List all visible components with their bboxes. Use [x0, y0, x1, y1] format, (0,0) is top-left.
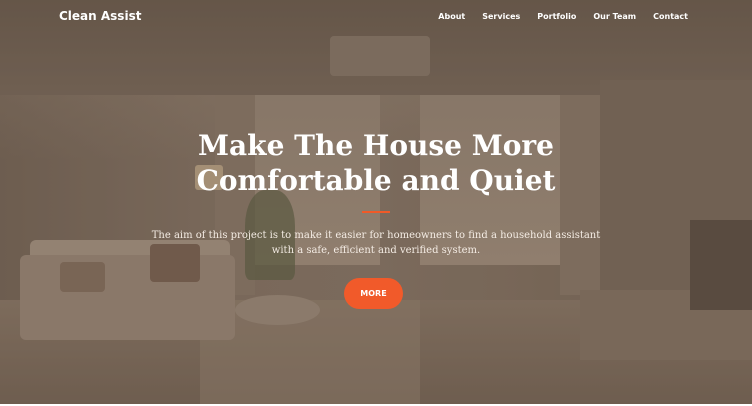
- hero-subtitle-line2: with a safe, efficient and verified syst…: [271, 245, 481, 256]
- nav-portfolio[interactable]: Portfolio: [537, 12, 576, 21]
- hero-section: Clean Assist About Services Portfolio Ou…: [0, 0, 752, 404]
- hero-content: Make The House More Comfortable and Quie…: [0, 128, 752, 258]
- nav-our-team[interactable]: Our Team: [593, 12, 636, 21]
- nav-about[interactable]: About: [438, 12, 465, 21]
- nav-contact[interactable]: Contact: [653, 12, 688, 21]
- main-nav: About Services Portfolio Our Team Contac…: [421, 12, 688, 21]
- hero-headline-line2: Comfortable and Quiet: [196, 164, 556, 197]
- site-header: Clean Assist About Services Portfolio Ou…: [0, 0, 752, 34]
- hero-subtitle-line1: The aim of this project is to make it ea…: [151, 230, 601, 241]
- more-button[interactable]: MORE: [344, 278, 403, 309]
- hero-subtitle: The aim of this project is to make it ea…: [0, 228, 752, 258]
- logo[interactable]: Clean Assist: [59, 9, 141, 23]
- headline-divider: [362, 211, 390, 213]
- hero-headline-line1: Make The House More: [198, 129, 554, 162]
- nav-services[interactable]: Services: [482, 12, 520, 21]
- hero-headline: Make The House More Comfortable and Quie…: [0, 128, 752, 198]
